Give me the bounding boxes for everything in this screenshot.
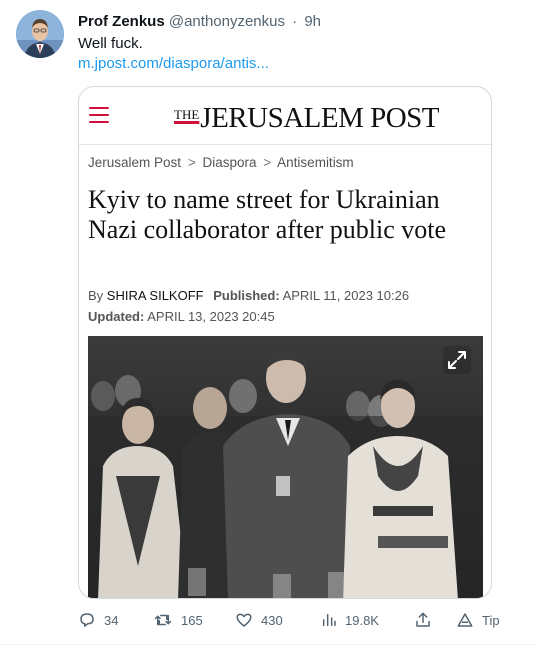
tweet-link[interactable]: m.jpost.com/diaspora/antis... bbox=[78, 54, 269, 74]
breadcrumb-item: Jerusalem Post bbox=[88, 155, 182, 170]
published-date: APRIL 11, 2023 10:26 bbox=[282, 288, 410, 303]
breadcrumb-item: Diaspora bbox=[202, 155, 257, 170]
article-headline: Kyiv to name street for Ukrainian Nazi c… bbox=[88, 185, 447, 244]
expand-icon[interactable] bbox=[443, 346, 471, 374]
tip-label: Tip bbox=[482, 612, 500, 628]
tweet-text: Well fuck. bbox=[78, 35, 143, 52]
tip-button[interactable]: Tip bbox=[456, 608, 500, 632]
share-button[interactable] bbox=[414, 608, 440, 632]
like-count: 430 bbox=[261, 612, 283, 628]
breadcrumb-separator: > bbox=[263, 155, 272, 170]
views-icon bbox=[322, 613, 336, 627]
hamburger-menu-icon bbox=[89, 107, 109, 123]
views-count: 19.8K bbox=[345, 612, 379, 628]
like-button[interactable]: 430 bbox=[235, 608, 283, 632]
byline: By SHIRA SILKOFF Published: APRIL 11, 20… bbox=[88, 287, 409, 305]
timestamp[interactable]: 9h bbox=[304, 13, 321, 30]
tweet[interactable]: Prof Zenkus @anthonyzenkus · 9h Well fuc… bbox=[0, 0, 538, 653]
article-author: SHIRA SILKOFF bbox=[106, 288, 204, 303]
breadcrumb-separator: > bbox=[187, 155, 196, 170]
updated-label: Updated: bbox=[88, 309, 145, 324]
breadcrumb-item: Antisemitism bbox=[277, 155, 354, 170]
separator-dot: · bbox=[292, 13, 298, 30]
site-header: THEJERUSALEM POST bbox=[79, 87, 491, 145]
heart-icon bbox=[236, 613, 252, 627]
action-bar: 34 165 430 19.8K Tip bbox=[78, 608, 518, 632]
tip-icon bbox=[457, 613, 473, 627]
retweet-icon bbox=[154, 614, 172, 626]
retweet-count: 165 bbox=[181, 612, 203, 628]
link-preview-card[interactable]: THEJERUSALEM POST Jerusalem Post > Diasp… bbox=[78, 86, 492, 599]
avatar[interactable] bbox=[16, 10, 64, 58]
tweet-header: Prof Zenkus @anthonyzenkus · 9h bbox=[78, 12, 321, 32]
retweet-button[interactable]: 165 bbox=[153, 608, 203, 632]
jerusalem-post-logo: THEJERUSALEM POST bbox=[174, 102, 440, 134]
by-prefix: By bbox=[88, 288, 104, 303]
breadcrumb: Jerusalem Post > Diaspora > Antisemitism bbox=[88, 154, 354, 172]
reply-count: 34 bbox=[104, 612, 119, 628]
views-button[interactable]: 19.8K bbox=[321, 608, 379, 632]
updated-date: APRIL 13, 2023 20:45 bbox=[147, 309, 275, 324]
share-icon bbox=[416, 612, 430, 627]
reply-icon bbox=[80, 613, 94, 627]
published-label: Published: bbox=[213, 288, 280, 303]
reply-button[interactable]: 34 bbox=[78, 608, 118, 632]
author-name[interactable]: Prof Zenkus bbox=[78, 13, 165, 30]
author-handle[interactable]: @anthonyzenkus bbox=[169, 13, 285, 30]
divider bbox=[0, 644, 538, 645]
updated-line: Updated: APRIL 13, 2023 20:45 bbox=[88, 308, 275, 326]
article-photo bbox=[88, 336, 483, 598]
